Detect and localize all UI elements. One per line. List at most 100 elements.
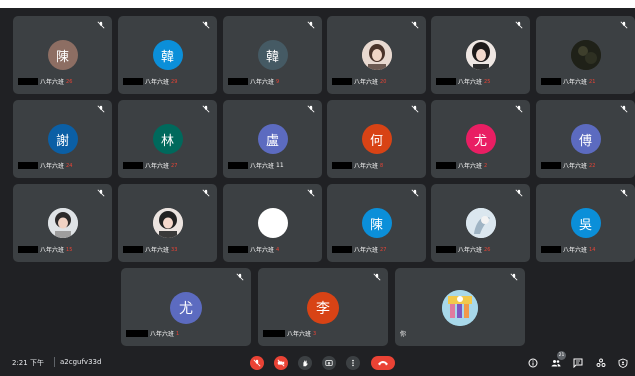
avatar: 謝 [47,124,78,154]
participant-tile[interactable]: 尤 八年六班 1 [121,268,251,346]
cartoon-photo-icon [442,290,478,326]
profile-photo [465,208,496,238]
participant-tile[interactable]: 吳 八年六班 14 [536,184,635,262]
class-label: 八年六班 [354,247,379,254]
avatar: 盧 [257,124,288,154]
participant-tile[interactable]: 八年六班 21 [536,16,635,94]
mic-off-icon [411,189,419,197]
activities-button[interactable] [595,357,606,368]
illustration-photo-icon [465,208,496,238]
participant-tile[interactable]: 林 八年六班 27 [118,100,217,178]
profile-photo [257,208,288,238]
mic-off-icon [97,189,105,197]
mic-off-icon [97,105,105,113]
redacted-name [18,246,38,253]
more-options-button[interactable] [346,356,360,370]
participant-name: 八年六班 26 [18,77,72,86]
participant-name: 八年六班 8 [332,161,383,170]
participant-tile[interactable]: 八年六班 15 [13,184,112,262]
participant-tile[interactable]: 韓 八年六班 9 [223,16,322,94]
profile-photo [361,40,392,70]
info-icon [528,358,537,367]
mic-off-icon [515,189,523,197]
seat-number: 2 [484,162,488,169]
profile-photo [47,208,78,238]
participant-name: 八年六班 15 [18,245,72,254]
redacted-name [541,162,561,169]
participant-tile[interactable]: 八年六班 20 [327,16,426,94]
mic-off-icon [411,105,419,113]
participant-tile[interactable]: 八年六班 25 [431,16,530,94]
participant-name: 八年六班 2 [436,161,487,170]
chat-button[interactable] [572,357,583,368]
participant-tile[interactable]: 傅 八年六班 22 [536,100,635,178]
mic-off-icon [307,21,315,29]
redacted-name [123,78,143,85]
participant-name: 八年六班 11 [228,161,284,170]
seat-number: 21 [589,78,596,85]
participant-name: 八年六班 29 [123,77,177,86]
avatar: 尤 [170,292,202,324]
seat-number: 1 [176,330,180,337]
class-label: 八年六班 [563,163,588,170]
meeting-info-button[interactable] [527,357,538,368]
participant-name: 八年六班 22 [541,161,595,170]
avatar: 陳 [47,40,78,70]
avatar: 韓 [152,40,183,70]
redacted-name [228,78,248,85]
host-controls-button[interactable] [617,357,628,368]
person-photo-icon [152,208,183,238]
mic-off-icon [202,105,210,113]
redacted-name [436,78,456,85]
participant-tile[interactable]: 尤 八年六班 2 [431,100,530,178]
participant-tile[interactable]: 李 八年六班 3 [258,268,388,346]
seat-number: 20 [380,78,387,85]
redacted-name [332,162,352,169]
redacted-name [263,330,285,337]
class-label: 八年六班 [250,247,275,254]
mic-off-icon [307,189,315,197]
chat-icon [573,358,582,368]
present-button[interactable] [322,356,336,370]
self-tile[interactable]: 你 [395,268,525,346]
seat-number: 8 [380,162,384,169]
participant-tile[interactable]: 陳 八年六班 26 [13,16,112,94]
redacted-name [18,78,38,85]
seat-number: 33 [171,246,178,253]
participant-tile[interactable]: 謝 八年六班 24 [13,100,112,178]
person-photo-icon [47,208,78,238]
mic-toggle-button[interactable] [250,356,264,370]
participant-name: 你 [400,329,406,338]
redacted-name [436,162,456,169]
participant-tile[interactable]: 何 八年六班 8 [327,100,426,178]
participant-tile[interactable]: 盧 八年六班 11 [223,100,322,178]
meeting-code[interactable]: a2cgufv33d [60,358,101,366]
camera-toggle-button[interactable] [274,356,288,370]
people-button[interactable] [550,357,561,368]
class-label: 八年六班 [150,331,175,338]
avatar: 林 [152,124,183,154]
participant-tile[interactable]: 八年六班 26 [431,184,530,262]
raise-hand-button[interactable] [298,356,312,370]
redacted-name [126,330,148,337]
seat-number: 15 [66,246,73,253]
avatar: 吳 [570,208,601,238]
participant-tile[interactable]: 八年六班 33 [118,184,217,262]
seat-number: 11 [276,162,284,169]
class-label: 八年六班 [145,79,170,86]
participant-name: 八年六班 21 [541,77,595,86]
profile-photo [152,208,183,238]
participant-tile[interactable]: 陳 八年六班 27 [327,184,426,262]
seat-number: 25 [484,78,491,85]
mic-off-icon [253,359,261,367]
leave-call-button[interactable] [371,356,395,370]
participant-tile[interactable]: 八年六班 4 [223,184,322,262]
avatar: 李 [307,292,339,324]
class-label: 八年六班 [563,79,588,86]
redacted-name [436,246,456,253]
class-label: 八年六班 [145,247,170,254]
class-label: 八年六班 [354,163,379,170]
participant-tile[interactable]: 韓 八年六班 29 [118,16,217,94]
participant-name: 八年六班 27 [332,245,386,254]
redacted-name [123,162,143,169]
